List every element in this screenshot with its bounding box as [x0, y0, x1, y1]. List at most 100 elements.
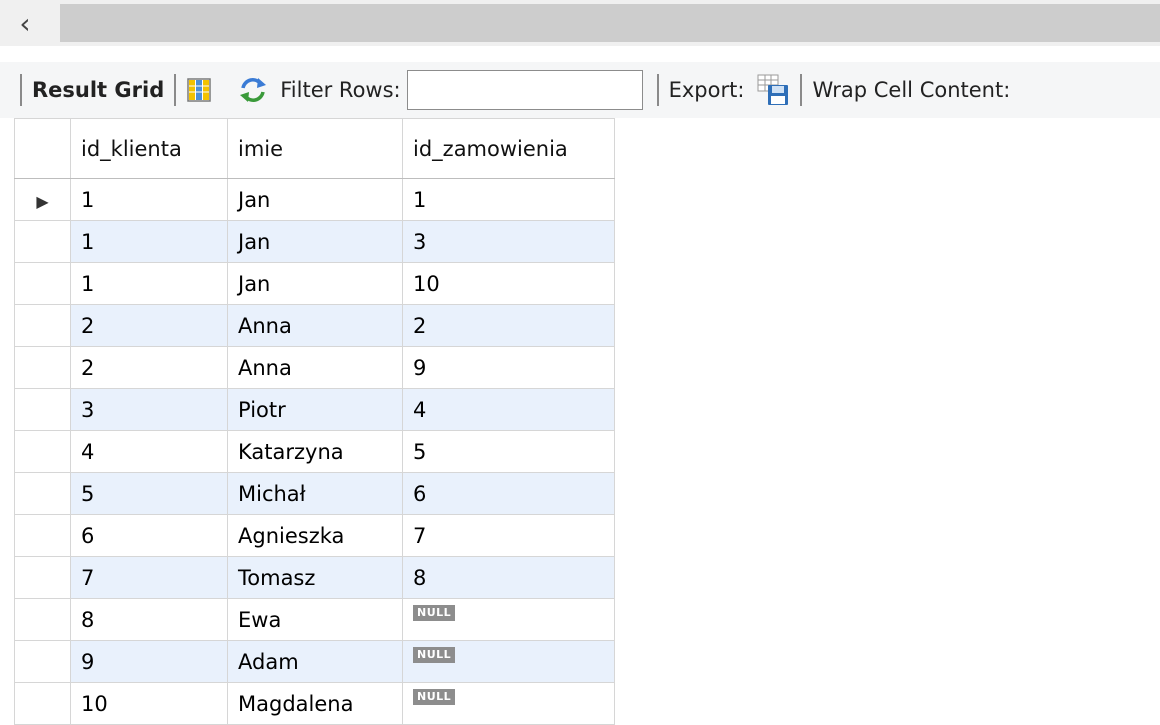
toolbar-separator [174, 74, 177, 106]
cell-imie[interactable]: Agnieszka [227, 514, 403, 557]
cell-value: 1 [81, 271, 95, 296]
chevron-left-icon[interactable]: ‹ [0, 0, 50, 46]
cell-id-zamowienia[interactable]: 6 [402, 472, 615, 515]
cell-value: 5 [81, 481, 95, 506]
cell-value: 1 [81, 187, 95, 212]
cell-id-klienta[interactable]: 2 [70, 304, 228, 347]
cell-imie[interactable]: Anna [227, 346, 403, 389]
cell-imie[interactable]: Piotr [227, 388, 403, 431]
cell-id-zamowienia[interactable]: 4 [402, 388, 615, 431]
cell-value: Piotr [238, 397, 286, 422]
row-header[interactable] [14, 262, 71, 305]
cell-value: 2 [413, 313, 427, 338]
cell-id-zamowienia[interactable]: 3 [402, 220, 615, 263]
table-row[interactable]: 2 Anna 9 [14, 346, 615, 389]
row-header[interactable]: ▶ [14, 178, 71, 221]
cell-imie[interactable]: Jan [227, 220, 403, 263]
cell-imie[interactable]: Michał [227, 472, 403, 515]
result-grid-table: id_klienta imie id_zamowienia ▶ 1 Jan 1 1 Jan… [14, 118, 615, 725]
grid-columns-icon[interactable] [186, 77, 212, 103]
cell-id-klienta[interactable]: 7 [70, 556, 228, 599]
row-header[interactable] [14, 472, 71, 515]
cell-id-zamowienia[interactable]: 1 [402, 178, 615, 221]
cell-id-zamowienia[interactable]: 5 [402, 430, 615, 473]
null-badge: NULL [413, 688, 456, 705]
cell-imie[interactable]: Ewa [227, 598, 403, 641]
cell-id-klienta[interactable]: 1 [70, 178, 228, 221]
cell-value: Anna [238, 355, 292, 380]
cell-imie[interactable]: Tomasz [227, 556, 403, 599]
cell-id-klienta[interactable]: 2 [70, 346, 228, 389]
cell-id-zamowienia[interactable]: 7 [402, 514, 615, 557]
table-row[interactable]: 10 Magdalena NULL [14, 682, 615, 725]
cell-id-klienta[interactable]: 1 [70, 262, 228, 305]
table-row[interactable]: 7 Tomasz 8 [14, 556, 615, 599]
row-header[interactable] [14, 346, 71, 389]
toolbar-separator [800, 74, 803, 106]
table-row[interactable]: 8 Ewa NULL [14, 598, 615, 641]
cell-id-zamowienia[interactable]: 2 [402, 304, 615, 347]
row-header[interactable] [14, 640, 71, 683]
cell-value: 3 [413, 229, 427, 254]
cell-id-zamowienia[interactable]: 8 [402, 556, 615, 599]
cell-id-klienta[interactable]: 9 [70, 640, 228, 683]
cell-id-klienta[interactable]: 1 [70, 220, 228, 263]
cell-id-klienta[interactable]: 4 [70, 430, 228, 473]
null-badge: NULL [413, 604, 456, 621]
cell-value: 10 [81, 691, 108, 716]
cell-id-klienta[interactable]: 10 [70, 682, 228, 725]
column-header-id-klienta[interactable]: id_klienta [70, 118, 228, 179]
row-header[interactable] [14, 556, 71, 599]
cell-id-klienta[interactable]: 3 [70, 388, 228, 431]
cell-value: Katarzyna [238, 439, 344, 464]
row-header[interactable] [14, 304, 71, 347]
toolbar-separator [20, 74, 22, 106]
cell-value: 7 [413, 523, 427, 548]
cell-id-klienta[interactable]: 6 [70, 514, 228, 557]
table-row[interactable]: 6 Agnieszka 7 [14, 514, 615, 557]
column-header-imie[interactable]: imie [227, 118, 403, 179]
cell-id-zamowienia[interactable]: 9 [402, 346, 615, 389]
cell-id-zamowienia[interactable]: NULL [402, 640, 615, 683]
row-header[interactable] [14, 598, 71, 641]
cell-value: Anna [238, 313, 292, 338]
column-header-id-zamowienia[interactable]: id_zamowienia [402, 118, 615, 179]
cell-id-zamowienia[interactable]: 10 [402, 262, 615, 305]
table-row[interactable]: 4 Katarzyna 5 [14, 430, 615, 473]
cell-id-zamowienia[interactable]: NULL [402, 682, 615, 725]
refresh-icon[interactable] [238, 76, 268, 104]
cell-value: 8 [81, 607, 95, 632]
table-row[interactable]: ▶ 1 Jan 1 [14, 178, 615, 221]
table-row[interactable]: 5 Michał 6 [14, 472, 615, 515]
table-row[interactable]: 2 Anna 2 [14, 304, 615, 347]
cell-imie[interactable]: Adam [227, 640, 403, 683]
cell-value: Jan [238, 229, 271, 254]
row-header[interactable] [14, 514, 71, 557]
row-header[interactable] [14, 682, 71, 725]
cell-id-klienta[interactable]: 8 [70, 598, 228, 641]
cell-imie[interactable]: Katarzyna [227, 430, 403, 473]
table-row[interactable]: 9 Adam NULL [14, 640, 615, 683]
cell-imie[interactable]: Magdalena [227, 682, 403, 725]
cell-imie[interactable]: Jan [227, 262, 403, 305]
row-header[interactable] [14, 388, 71, 431]
cell-value: 6 [81, 523, 95, 548]
cell-imie[interactable]: Anna [227, 304, 403, 347]
table-row[interactable]: 1 Jan 3 [14, 220, 615, 263]
result-grid-tab[interactable]: Result Grid [32, 78, 164, 102]
row-header[interactable] [14, 220, 71, 263]
horizontal-scrollbar[interactable]: ‹ [0, 0, 1160, 46]
cell-value: 2 [81, 355, 95, 380]
cell-value: Magdalena [238, 691, 354, 716]
table-row[interactable]: 3 Piotr 4 [14, 388, 615, 431]
cell-value: 9 [413, 355, 427, 380]
table-row[interactable]: 1 Jan 10 [14, 262, 615, 305]
filter-rows-input[interactable] [406, 70, 643, 110]
scrollbar-track[interactable] [60, 4, 1160, 42]
filter-rows-label: Filter Rows: [280, 78, 401, 102]
export-save-icon[interactable] [756, 73, 790, 107]
cell-id-klienta[interactable]: 5 [70, 472, 228, 515]
cell-imie[interactable]: Jan [227, 178, 403, 221]
cell-id-zamowienia[interactable]: NULL [402, 598, 615, 641]
row-header[interactable] [14, 430, 71, 473]
